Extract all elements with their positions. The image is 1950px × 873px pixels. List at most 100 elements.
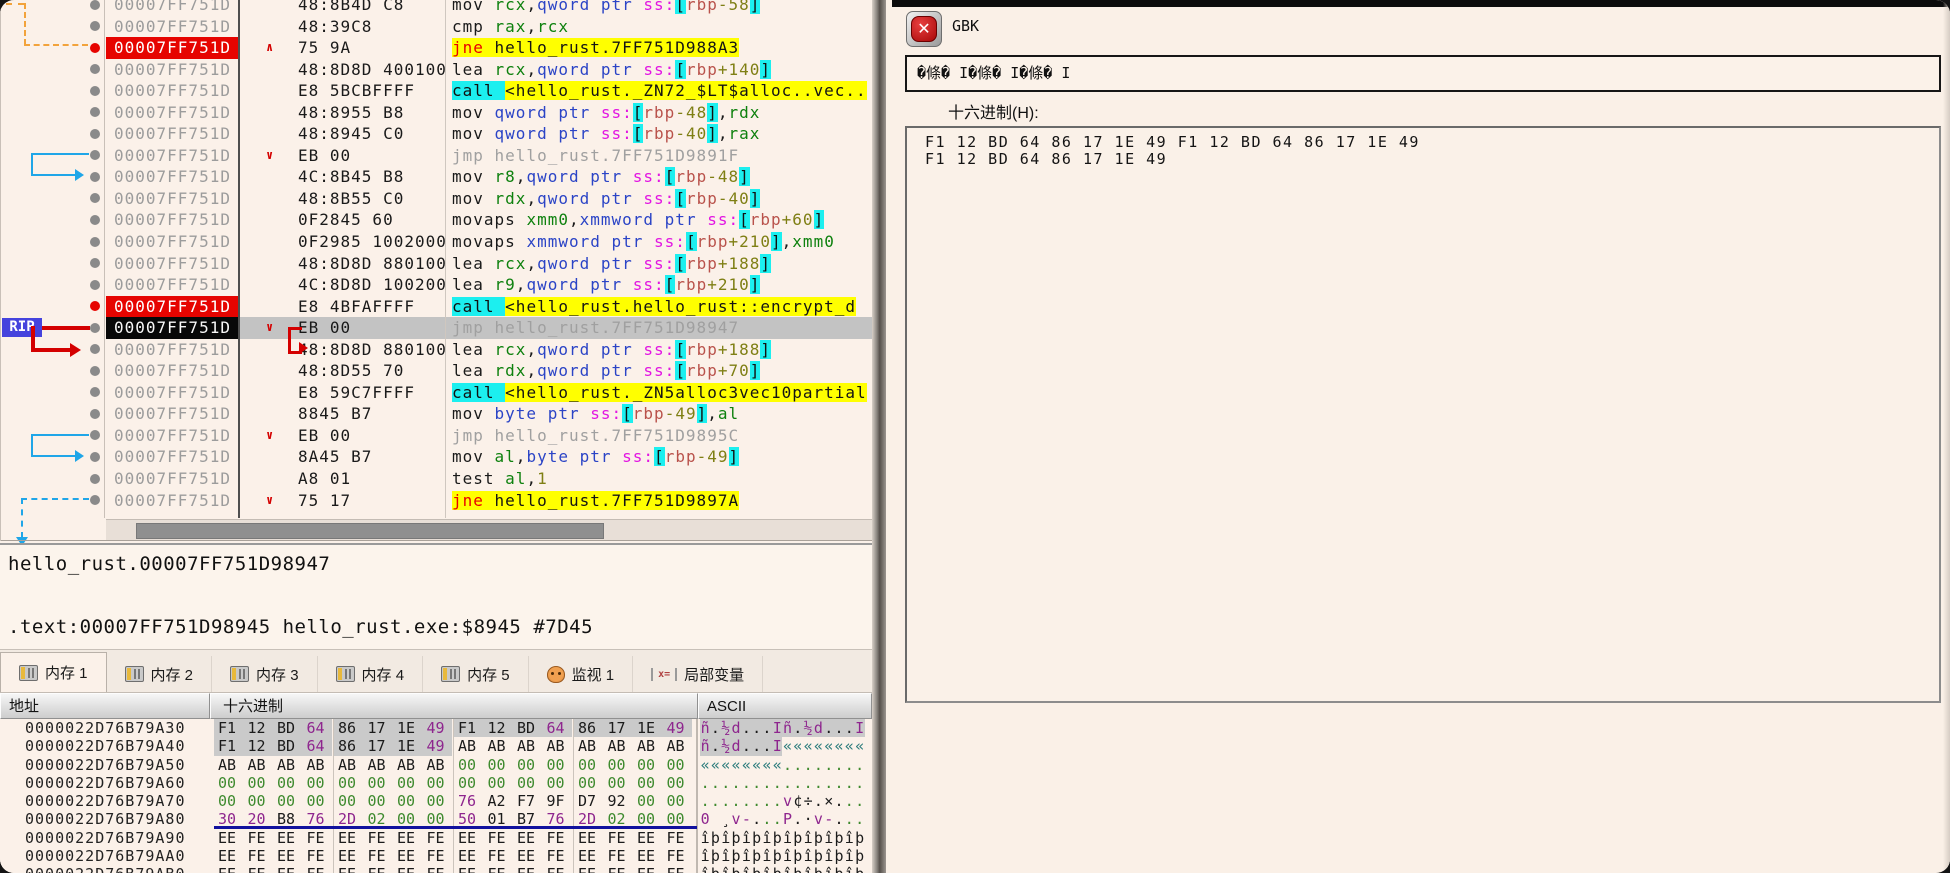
disasm-row[interactable]: 00007FF751D ∧ 75 9A jne hello_rust.7FF751D9…: [0, 37, 872, 59]
disasm-row[interactable]: 00007FF751D A8 01 test al,1: [0, 468, 872, 490]
disasm-row[interactable]: 00007FF751D48:8D8D 88010000lea rcx,qword…: [0, 253, 872, 275]
disasm-row[interactable]: 00007FF751D 48:8B4D C8 mov rcx,qword ptr s…: [0, 0, 872, 16]
instr-token: ss:: [643, 361, 676, 381]
tab-局部变量[interactable]: x= 局部变量: [633, 656, 764, 692]
dump-hex-cell: EE FE EE FE EE FE EE FE EE FE EE FE EE FE EE FE: [214, 847, 698, 866]
dump-row[interactable]: 0000022D76B79A30 F1 12 BD 64 86 17 1E 49 F1 12 BD 64…: [0, 719, 872, 738]
encoded-text-field[interactable]: �條� I�條� I�條� I: [905, 55, 1941, 92]
row-dot[interactable]: [90, 365, 100, 376]
scrollbar-thumb[interactable]: [136, 523, 604, 539]
row-dot[interactable]: [90, 193, 100, 204]
row-dot[interactable]: [90, 258, 100, 269]
dump-ascii-cell: ««««««««........: [700, 756, 872, 774]
hex-byte: EE: [513, 865, 543, 873]
tab-内存 3[interactable]: 内存 3: [212, 656, 318, 692]
disasm-row[interactable]: 00007FF751D48:8D8D 40010000lea rcx,qword…: [0, 59, 872, 81]
ascii-char: .: [751, 737, 762, 756]
ascii-char: .: [762, 773, 772, 792]
address-cell: 00007FF751D: [114, 232, 231, 252]
disasm-row[interactable]: 00007FF751D E8 5BCBFFFF call <hello_rust._…: [0, 80, 872, 102]
dump-row[interactable]: 0000022D76B79A90 EE FE EE FE EE FE EE FE EE FE EE FE…: [0, 828, 872, 848]
app-frame: 00007FF751D 48:8B4D C8 mov rcx,qword ptr s…: [0, 0, 1950, 873]
disasm-row[interactable]: 00007FF751D 48:8955 B8 mov qword ptr ss:[r…: [0, 102, 872, 124]
ascii-char: î: [721, 865, 731, 873]
row-dot[interactable]: [90, 64, 100, 75]
disasm-row[interactable]: 00007FF751D48:8D8D 88010000lea rcx,qword…: [0, 339, 872, 361]
address-cell: 00007FF751D: [106, 317, 238, 339]
row-dot[interactable]: [90, 322, 100, 333]
gbk-close-icon[interactable]: ✕: [906, 11, 942, 47]
row-dot[interactable]: [90, 236, 100, 247]
dump-row[interactable]: 0000022D76B79A50 AB AB AB AB AB AB AB AB 00 00 00 00…: [0, 755, 872, 774]
row-dot[interactable]: [90, 408, 100, 419]
tab-监视 1[interactable]: 监视 1: [529, 656, 634, 692]
dump-ascii-cell: ................: [700, 774, 872, 792]
row-dot[interactable]: [90, 85, 100, 96]
row-dot[interactable]: [90, 214, 100, 225]
instr-token: rbp: [675, 275, 708, 295]
tab-内存 1[interactable]: 内存 1: [0, 652, 107, 692]
instr-token: al: [494, 447, 516, 467]
ascii-char: .: [844, 773, 854, 792]
instr-token: jne: [452, 490, 495, 510]
tab-内存 4[interactable]: 内存 4: [318, 656, 424, 692]
instr-token: +140: [717, 59, 761, 79]
row-dot[interactable]: [90, 344, 100, 355]
disasm-row[interactable]: 00007FF751D 48:39C8 cmp rax,rcx: [0, 16, 872, 38]
dump-ascii-cell: îþîþîþîþîþîþîþîþ: [700, 829, 872, 847]
instr-token: [: [675, 253, 686, 273]
dump-address-cell: 0000022D76B79A80: [25, 810, 186, 829]
jump-arrow-orange-dashed: [24, 44, 88, 46]
hex-byte-group: 86 17 1E 49: [574, 719, 694, 738]
tab-内存 5[interactable]: 内存 5: [423, 656, 529, 692]
disasm-row[interactable]: 00007FF751D E8 4BFAFFFF call <hello_rust.h…: [0, 295, 872, 318]
instr-token: [: [664, 167, 676, 187]
dump-row[interactable]: 0000022D76B79AA0 EE FE EE FE EE FE EE FE EE FE EE FE…: [0, 847, 872, 866]
row-dot[interactable]: [90, 279, 100, 290]
dump-row[interactable]: 0000022D76B79A40 F1 12 BD 64 86 17 1E 49 AB AB AB AB…: [0, 737, 872, 756]
dump-row[interactable]: 0000022D76B79A70 00 00 00 00 00 00 00 00 76 A2 F7 9F…: [0, 792, 872, 811]
row-dot[interactable]: [90, 150, 100, 161]
instr-token: -48: [675, 102, 708, 122]
instr-token: ,: [717, 124, 729, 144]
dump-row[interactable]: 0000022D76B79A60 00 00 00 00 00 00 00 00 00 00 00 00…: [0, 773, 872, 793]
instr-token: ]: [707, 102, 718, 122]
disasm-row[interactable]: 00007FF751D4C:8D8D 10020000lea r9,qword …: [0, 274, 872, 296]
row-dot[interactable]: [90, 495, 100, 506]
breakpoint-dot[interactable]: [90, 301, 100, 312]
dump-address-cell: 0000022D76B79A60: [25, 773, 186, 792]
hex-byte: 49: [422, 737, 452, 756]
row-dot[interactable]: [90, 171, 100, 182]
row-dot[interactable]: [90, 387, 100, 398]
hex-editor-area[interactable]: F1 12 BD 64 86 17 1E 49 F1 12 BD 64 86 1…: [905, 126, 1941, 703]
disasm-row[interactable]: 00007FF751D 48:8D55 70 lea rdx,qword ptr s…: [0, 360, 872, 382]
disasm-row[interactable]: 00007FF751D E8 59C7FFFF call <hello_rust._…: [0, 382, 872, 404]
row-dot[interactable]: [90, 430, 100, 441]
disasm-row[interactable]: 00007FF751D ∨ EB 00 jmp hello_rust.7FF751D9…: [0, 145, 872, 167]
row-dot[interactable]: [90, 0, 100, 10]
tab-内存 2[interactable]: 内存 2: [107, 656, 213, 692]
memory-dump-body: 0000022D76B79A30 F1 12 BD 64 86 17 1E 49 F1 12 BD 64…: [0, 719, 872, 873]
disasm-row[interactable]: 00007FF751D 8A45 B7 mov al,byte ptr ss:[rb…: [0, 446, 872, 468]
disasm-row[interactable]: 00007FF751D 0F2845 60 movaps xmm0,xmmword …: [0, 209, 872, 231]
disasm-row[interactable]: 00007FF751D 4C:8B45 B8 mov r8,qword ptr ss…: [0, 166, 872, 188]
row-dot[interactable]: [90, 451, 100, 462]
row-dot[interactable]: [90, 21, 100, 32]
dump-row[interactable]: 0000022D76B79AB0EEFEEEFEEEFEEEFEEEFEEEFE…: [0, 865, 872, 873]
ascii-char: 0: [700, 810, 710, 829]
horizontal-scrollbar[interactable]: [106, 519, 872, 541]
disasm-row[interactable]: 00007FF751D 48:8945 C0 mov qword ptr ss:[r…: [0, 123, 872, 145]
disasm-row[interactable]: 00007FF751D 0F2985 10020000 movaps xmmword…: [0, 231, 872, 253]
dump-row[interactable]: 0000022D76B79A80 30 20 B8 76 2D 02 00 00 50 01 B7 76…: [0, 810, 872, 829]
disasm-row[interactable]: 00007FF751D ∨ EB 00 jmp hello_rust.7FF751D9…: [0, 317, 872, 339]
disasm-row[interactable]: 00007FF751D 48:8B55 C0 mov rdx,qword ptr s…: [0, 188, 872, 210]
row-dot[interactable]: [90, 107, 100, 118]
disasm-row[interactable]: 00007FF751D ∨ 75 17 jne hello_rust.7FF751D9…: [0, 490, 872, 512]
tab-label: 内存 1: [45, 665, 88, 682]
row-dot[interactable]: [90, 473, 100, 484]
disasm-row[interactable]: 00007FF751D 8845 B7 mov byte ptr ss:[rbp-4…: [0, 403, 872, 425]
breakpoint-dot[interactable]: [90, 42, 100, 53]
disasm-row[interactable]: 00007FF751D ∨ EB 00 jmp hello_rust.7FF751D9…: [0, 425, 872, 447]
row-dot[interactable]: [90, 128, 100, 139]
ascii-char: þ: [855, 828, 865, 847]
